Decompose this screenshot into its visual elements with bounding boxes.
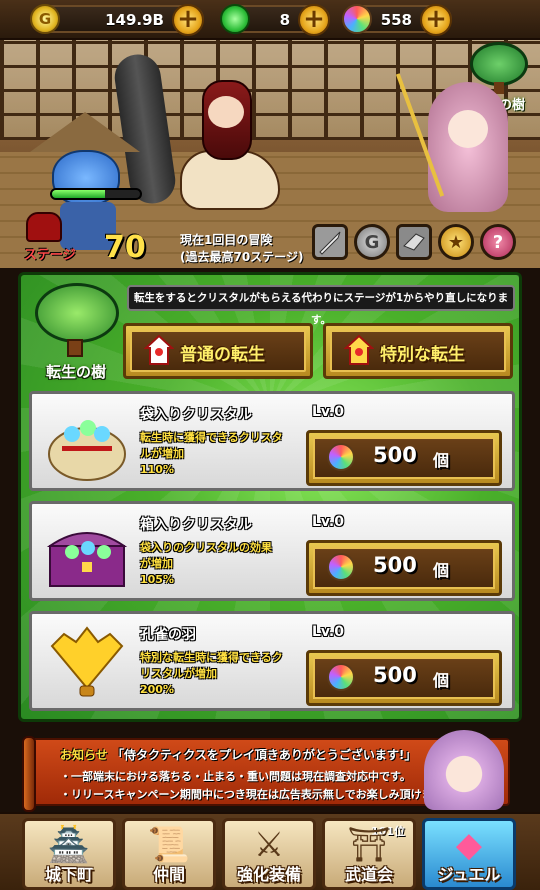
nav-label: 城下町 [44,865,93,884]
price-unit: 個 [433,671,450,690]
rainbow-jewel-icon [342,4,372,34]
add-jewel-button[interactable]: + [420,4,452,36]
enemy-hp-bar [50,188,142,200]
currency-bar: G 149.9B + 8 + 558 + [0,0,540,40]
special-reincarnation-button[interactable]: 特別な転生 [323,323,513,379]
upgrade-card: 箱入りクリスタル Lv.0 袋入りのクリスタルの効果 が増加 105% 500 … [29,501,515,601]
normal-reincarnation-label: 普通の転生 [180,345,265,365]
nav-castle-town[interactable]: 🏯 城下町 [22,818,116,890]
crossed-swords-icon: ⚔ [253,825,285,865]
buy-upgrade-button[interactable]: 500 個 [306,430,502,486]
upgrade-level: Lv.0 [312,624,344,640]
nav-companions[interactable]: 📜 仲間 [122,818,216,890]
upgrade-name: 箱入りクリスタル [140,517,252,533]
bottom-nav: 🏯 城下町 📜 仲間 ⚔ 強化装備 101位 ⛩ 武道会 ◆ ジュエル [0,812,540,890]
nav-jewel[interactable]: ◆ ジュエル [422,818,516,890]
news-headline: 「侍タクティクスをプレイ頂きありがとうございます!」 [111,748,417,762]
jewel-value: 558 [380,11,412,29]
add-gem-button[interactable]: + [298,4,330,36]
news-line: ・リリースキャンペーン期間中につき現在は広告表示無しでお楽しみ頂けます。 [60,788,454,801]
stage-number: 70 [104,230,146,265]
add-coin-button[interactable]: + [172,4,204,36]
normal-reincarnation-button[interactable]: 普通の転生 [123,323,313,379]
rainbow-jewel-icon [327,443,355,471]
nav-label: ジュエル [437,865,501,884]
gem-value: 8 [279,11,290,29]
reincarnation-info: 転生をするとクリスタルがもらえる代わりにステージが1からやり直しになります。 [127,285,515,326]
castle-icon: 🏯 [47,825,91,865]
coin-icon: G [30,4,60,34]
crystal-bag-icon [48,420,126,481]
buy-upgrade-button[interactable]: 500 個 [306,650,502,706]
gold-house-icon [344,334,374,365]
jewel-icon: ◆ [455,825,483,865]
upgrade-price: 500 [373,663,417,687]
torii-icon: ⛩ [347,825,391,865]
reincarnation-panel: 転生の樹 転生をするとクリスタルがもらえる代わりにステージが1からやり直しになり… [18,272,522,722]
upgrade-card: 袋入りクリスタル Lv.0 転生時に獲得できるクリスタ ルが増加 110% 50… [29,391,515,491]
treasure-chest-icon [46,532,128,587]
nav-upgrade-equipment[interactable]: ⚔ 強化装備 [222,818,316,890]
gauntlet-icon[interactable] [396,224,432,260]
rainbow-jewel-icon [327,553,355,581]
upgrade-name: 孔雀の羽 [140,627,196,643]
coin-value: 149.9B [105,11,164,29]
star-icon[interactable]: ★ [438,224,474,260]
news-banner[interactable]: お知らせ 「侍タクティクスをプレイ頂きありがとうございます!」 ・一部端末におけ… [22,730,510,812]
adventure-status: 現在1回目の冒険 (過去最高70ステージ) [180,233,304,264]
scroll-end-left [22,736,36,812]
news-title: お知らせ 「侍タクティクスをプレイ頂きありがとうございます!」 [60,746,416,763]
samurai-on-horse [180,70,290,230]
price-unit: 個 [433,451,450,470]
upgrade-price: 500 [373,443,417,467]
upgrade-desc: 転生時に獲得できるクリスタ ルが増加 110% [140,431,283,476]
gem-counter: 8 + [220,4,330,36]
tree-label: 転生の樹 [45,363,106,381]
spiked-club [111,51,179,207]
coin-counter: G 149.9B + [30,4,204,36]
tree-icon [35,283,119,343]
shield-icon[interactable]: G [354,224,390,260]
news-label: お知らせ [60,748,108,762]
price-unit: 個 [433,561,450,580]
news-line: ・一部端末における落ちる・止まる・重い問題は現在調査対応中です。 [60,770,411,783]
stage-indicator: ステージ 70 [24,212,154,266]
help-icon[interactable]: ? [480,224,516,260]
upgrade-level: Lv.0 [312,514,344,530]
buy-upgrade-button[interactable]: 500 個 [306,540,502,596]
reincarnation-tree: 転生の樹 [27,283,125,383]
green-gem-icon [220,4,250,34]
nav-tournament[interactable]: 101位 ⛩ 武道会 [322,818,416,890]
upgrade-level: Lv.0 [312,404,344,420]
ally-maiden [395,70,518,220]
upgrade-price: 500 [373,553,417,577]
jewel-counter: 558 + [342,4,452,36]
kabuto-icon [26,212,62,242]
house-icon [144,334,174,365]
scroll-icon: 📜 [147,825,191,865]
nav-label: 強化装備 [236,865,301,884]
upgrade-desc: 特別な転生時に獲得できるク リスタルが増加 200% [140,651,283,696]
upgrade-name: 袋入りクリスタル [140,407,252,423]
nav-label: 仲間 [152,865,185,884]
upgrade-card: 孔雀の羽 Lv.0 特別な転生時に獲得できるク リスタルが増加 200% 500… [29,611,515,711]
stage-label: ステージ [24,248,76,263]
rainbow-jewel-icon [327,663,355,691]
peacock-fan-icon [50,626,124,697]
guide-character [424,730,504,810]
sword-icon[interactable] [312,224,348,260]
enemy-hp-fill [52,190,105,198]
nav-label: 武道会 [344,865,393,884]
upgrade-desc: 袋入りのクリスタルの効果 が増加 105% [140,541,272,586]
special-reincarnation-label: 特別な転生 [380,345,465,365]
